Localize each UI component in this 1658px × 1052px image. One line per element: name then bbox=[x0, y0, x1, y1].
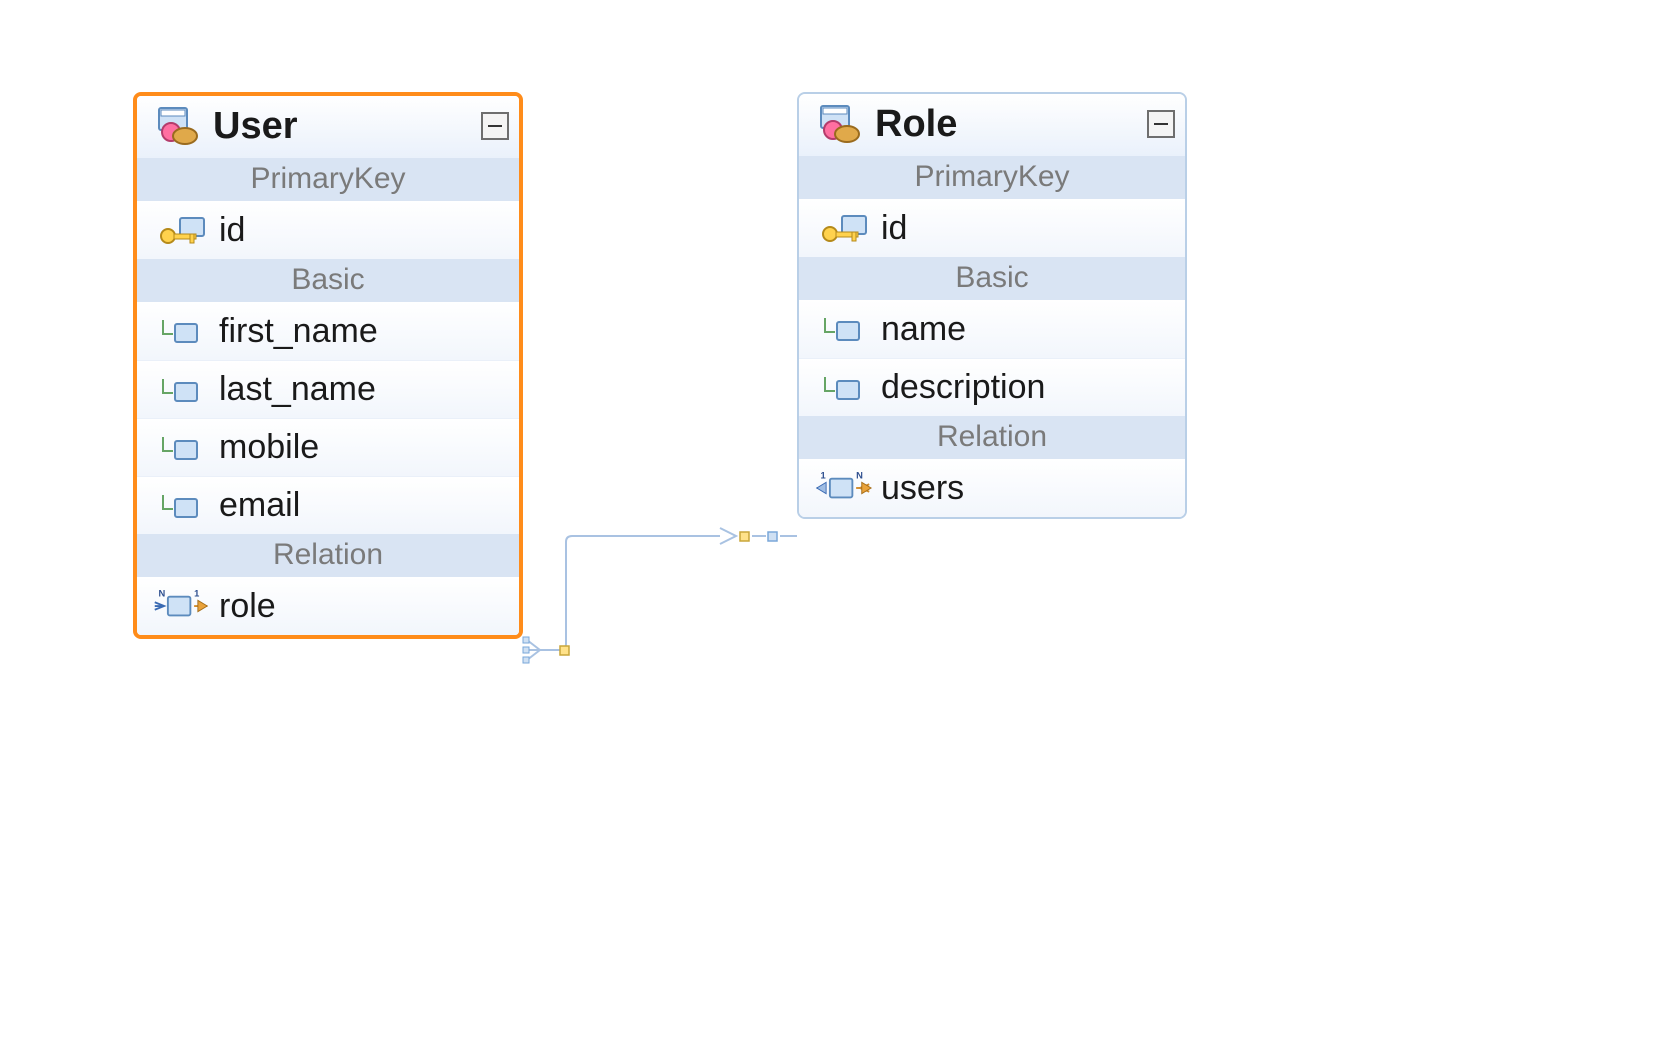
field-label: email bbox=[211, 486, 507, 525]
entity-header[interactable]: User bbox=[137, 96, 519, 158]
field-row[interactable]: first_name bbox=[137, 302, 519, 360]
field-label: mobile bbox=[211, 428, 507, 467]
section-primarykey-label: PrimaryKey bbox=[137, 158, 519, 201]
field-row[interactable]: email bbox=[137, 476, 519, 534]
field-row[interactable]: N 1 role bbox=[137, 577, 519, 635]
entity-user[interactable]: User PrimaryKey id Basic first_name bbox=[133, 92, 523, 639]
field-label: users bbox=[873, 469, 1173, 508]
entity-header[interactable]: Role bbox=[799, 94, 1185, 156]
relation-icon: 1 N bbox=[813, 466, 873, 510]
field-label: role bbox=[211, 587, 507, 626]
field-label: last_name bbox=[211, 370, 507, 409]
field-label: id bbox=[211, 211, 507, 250]
section-basic-label: Basic bbox=[137, 259, 519, 302]
field-label: description bbox=[873, 368, 1173, 407]
field-icon bbox=[151, 484, 211, 528]
entity-title: User bbox=[207, 105, 481, 148]
field-row[interactable]: description bbox=[799, 358, 1185, 416]
field-label: name bbox=[873, 310, 1173, 349]
field-label: first_name bbox=[211, 312, 507, 351]
section-relation-label: Relation bbox=[799, 416, 1185, 459]
field-row[interactable]: mobile bbox=[137, 418, 519, 476]
svg-text:1: 1 bbox=[821, 471, 826, 481]
entity-title: Role bbox=[869, 103, 1147, 146]
svg-text:1: 1 bbox=[194, 589, 199, 599]
field-icon bbox=[813, 366, 873, 410]
collapse-button[interactable] bbox=[481, 112, 509, 140]
field-row[interactable]: name bbox=[799, 300, 1185, 358]
section-primarykey-label: PrimaryKey bbox=[799, 156, 1185, 199]
field-row[interactable]: last_name bbox=[137, 360, 519, 418]
relation-icon: N 1 bbox=[151, 584, 211, 628]
key-icon bbox=[151, 208, 211, 252]
key-icon bbox=[813, 206, 873, 250]
svg-text:N: N bbox=[856, 471, 863, 481]
field-icon bbox=[813, 307, 873, 351]
field-row[interactable]: id bbox=[137, 201, 519, 259]
section-relation-label: Relation bbox=[137, 534, 519, 577]
entity-icon bbox=[809, 102, 869, 146]
entity-role[interactable]: Role PrimaryKey id Basic name bbox=[797, 92, 1187, 519]
collapse-button[interactable] bbox=[1147, 110, 1175, 138]
svg-text:N: N bbox=[159, 589, 166, 599]
field-icon bbox=[151, 309, 211, 353]
entity-icon bbox=[147, 104, 207, 148]
field-icon bbox=[151, 426, 211, 470]
field-row[interactable]: 1 N users bbox=[799, 459, 1185, 517]
field-icon bbox=[151, 368, 211, 412]
field-row[interactable]: id bbox=[799, 199, 1185, 257]
section-basic-label: Basic bbox=[799, 257, 1185, 300]
field-label: id bbox=[873, 209, 1173, 248]
